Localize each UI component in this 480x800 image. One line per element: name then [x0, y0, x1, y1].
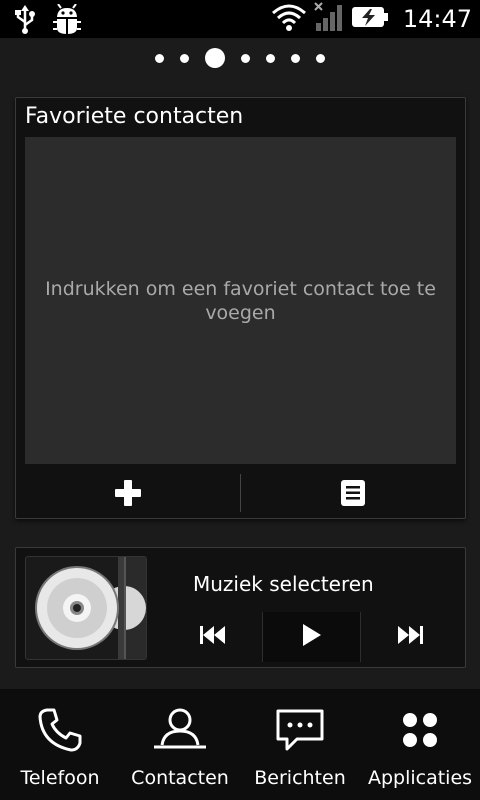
battery-charging-icon	[351, 5, 389, 33]
clock: 14:47	[402, 5, 472, 33]
favorite-contacts-widget: Favoriete contacten Indrukken om een fav…	[15, 97, 466, 519]
contact-list-button[interactable]	[241, 472, 465, 518]
widget-actions	[16, 472, 465, 518]
previous-button[interactable]	[164, 612, 262, 662]
wifi-icon	[271, 2, 307, 36]
page-dot-active	[205, 48, 225, 68]
album-art[interactable]	[25, 556, 147, 660]
page-indicator	[0, 48, 480, 68]
add-favorite-area[interactable]: Indrukken om een favoriet contact toe te…	[25, 137, 456, 464]
list-icon	[341, 480, 365, 510]
debug-icon	[52, 3, 82, 40]
contacts-icon	[152, 705, 208, 755]
apps-icon	[400, 705, 440, 755]
messages-icon	[275, 705, 325, 755]
add-contact-button[interactable]	[16, 472, 240, 518]
page-dot	[316, 53, 325, 63]
nav-phone[interactable]: Telefoon	[0, 689, 120, 800]
playback-controls	[164, 612, 459, 662]
phone-icon	[37, 705, 83, 755]
add-icon	[115, 480, 141, 510]
status-bar: 14:47	[0, 0, 480, 38]
nav-label: Contacten	[131, 767, 229, 789]
usb-icon	[14, 4, 36, 40]
nav-label: Berichten	[254, 767, 346, 789]
page-dot	[155, 53, 164, 63]
nav-messages[interactable]: Berichten	[240, 689, 360, 800]
play-button[interactable]	[261, 612, 362, 662]
nav-contacts[interactable]: Contacten	[120, 689, 240, 800]
next-icon	[397, 625, 424, 649]
music-widget: Muziek selecteren	[15, 547, 466, 668]
page-dot	[241, 53, 250, 63]
nav-label: Applicaties	[367, 767, 473, 789]
add-favorite-hint: Indrukken om een favoriet contact toe te…	[45, 277, 436, 324]
nav-label: Telefoon	[20, 767, 100, 789]
bottom-navigation: Telefoon Contacten Berichten Applicaties	[0, 689, 480, 800]
signal-icon	[313, 1, 345, 37]
widget-title: Favoriete contacten	[25, 104, 244, 129]
play-icon	[302, 624, 322, 650]
next-button[interactable]	[361, 612, 459, 662]
previous-icon	[199, 625, 226, 649]
nav-apps[interactable]: Applicaties	[360, 689, 480, 800]
page-dot	[291, 53, 300, 63]
page-dot	[180, 53, 189, 63]
music-title[interactable]: Muziek selecteren	[193, 572, 374, 596]
page-dot	[266, 53, 275, 63]
